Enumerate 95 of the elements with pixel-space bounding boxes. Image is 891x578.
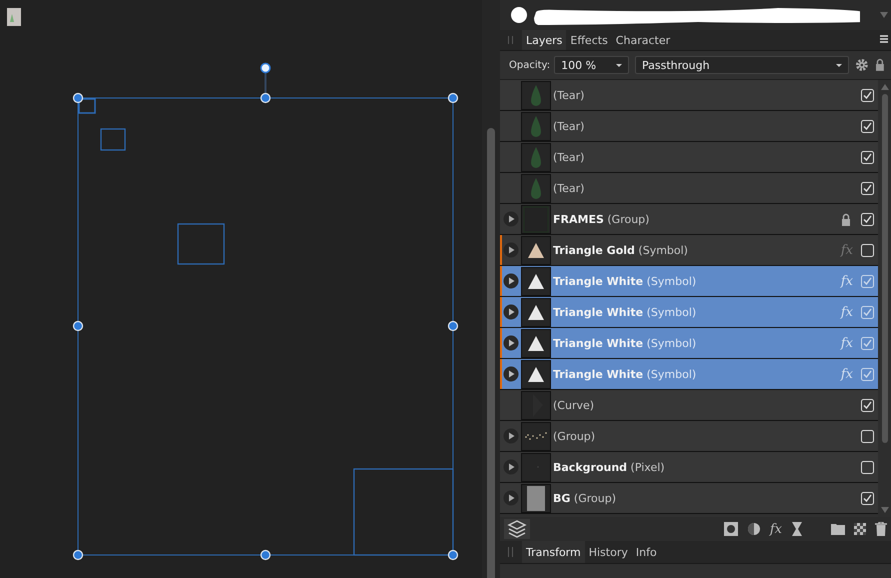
panel-tab[interactable]: History	[584, 541, 632, 563]
layer-name: FRAMES (Group)	[553, 212, 650, 226]
layer-name: (Group)	[553, 430, 596, 442]
menu-icon[interactable]	[880, 35, 890, 44]
scroll-up-icon[interactable]	[880, 84, 888, 90]
panel-tab[interactable]: Effects	[566, 30, 612, 50]
droplet-icon	[521, 112, 551, 140]
expand-icon[interactable]	[502, 490, 518, 506]
layer-name: (Tear)	[553, 88, 586, 102]
layer-name: (Curve)	[553, 398, 596, 412]
resize-handle[interactable]	[72, 320, 84, 332]
expand-icon[interactable]	[502, 242, 518, 258]
resize-handle[interactable]	[448, 320, 458, 332]
layer-name: Triangle White (Symbol)	[553, 306, 698, 318]
settings-icon[interactable]	[855, 58, 870, 72]
visibility-checkbox[interactable]	[861, 306, 874, 318]
layer-row[interactable]: Triangle Gold (Symbol) fx	[500, 235, 878, 266]
lock-icon[interactable]	[875, 58, 885, 72]
resize-handle[interactable]	[448, 550, 458, 560]
folder-icon[interactable]	[831, 523, 845, 535]
frame-outline	[177, 223, 225, 265]
visibility-checkbox[interactable]	[861, 336, 874, 350]
opacity-dropdown[interactable]: 100 %	[554, 56, 630, 74]
effects-icon[interactable]: fx	[770, 522, 782, 536]
layer-name: Triangle White (Symbol)	[553, 336, 698, 350]
layer-name: Triangle White (Symbol)	[553, 368, 698, 380]
expand-icon[interactable]	[502, 335, 518, 351]
panel-tab[interactable]: Info	[632, 541, 661, 563]
scroll-down-icon[interactable]	[880, 507, 888, 513]
layer-name: Background (Pixel)	[553, 460, 666, 474]
hourglass-icon[interactable]	[791, 522, 803, 536]
visibility-checkbox[interactable]	[861, 244, 874, 256]
dots-thumbnail	[521, 422, 551, 450]
rotation-handle[interactable]	[260, 62, 271, 95]
layer-row[interactable]: (Tear)	[500, 142, 878, 173]
visibility-checkbox[interactable]	[861, 274, 874, 288]
caret-icon[interactable]	[879, 11, 889, 19]
layer-name: Triangle Gold (Symbol)	[553, 244, 689, 256]
expand-icon[interactable]	[502, 366, 518, 382]
resize-handle[interactable]	[448, 92, 458, 104]
frame-outline	[78, 98, 96, 114]
visibility-checkbox[interactable]	[861, 182, 874, 194]
layer-thumbnail	[521, 390, 551, 420]
layer-row[interactable]: (Group)	[500, 421, 878, 452]
layer-name: BG (Group)	[553, 492, 617, 504]
visibility-checkbox[interactable]	[861, 430, 874, 442]
resize-handle[interactable]	[260, 550, 271, 560]
layer-name: (Tear)	[553, 182, 586, 194]
blend-mode-dropdown[interactable]: Passthrough	[635, 56, 850, 74]
expand-icon[interactable]	[502, 428, 518, 444]
droplet-icon	[521, 174, 551, 202]
panel-tab[interactable]: Layers	[522, 30, 566, 50]
visibility-checkbox[interactable]	[861, 120, 874, 132]
layer-row[interactable]: FRAMES (Group)	[500, 204, 878, 235]
layer-thumbnail	[521, 204, 551, 234]
layer-name: (Tear)	[553, 150, 586, 164]
layer-row[interactable]: BG (Group)	[500, 483, 878, 514]
grip-icon[interactable]	[508, 547, 513, 557]
expand-icon[interactable]	[502, 211, 518, 227]
frame-outline	[100, 128, 126, 151]
scroll-bar[interactable]	[882, 94, 888, 443]
document-thumbnail-icon[interactable]	[7, 8, 21, 26]
visibility-checkbox[interactable]	[861, 368, 874, 380]
layer-name: Triangle White (Symbol)	[553, 274, 698, 288]
panel-tab[interactable]: Transform	[522, 541, 585, 563]
checkerboard-icon[interactable]	[854, 523, 866, 535]
mask-icon[interactable]	[724, 522, 738, 536]
adjustment-icon[interactable]	[746, 522, 761, 536]
expand-icon[interactable]	[502, 459, 518, 475]
scroll-bar[interactable]	[487, 128, 495, 578]
resize-handle[interactable]	[260, 92, 271, 104]
layers-icon[interactable]	[504, 519, 530, 539]
grip-icon[interactable]	[508, 36, 513, 44]
visibility-checkbox[interactable]	[861, 398, 874, 412]
expand-icon[interactable]	[502, 273, 518, 289]
layer-thumbnail	[521, 452, 551, 482]
layer-row[interactable]: (Curve)	[500, 390, 878, 421]
droplet-icon	[521, 142, 551, 172]
layer-row[interactable]: (Tear)	[500, 173, 878, 204]
visibility-checkbox[interactable]	[861, 460, 874, 474]
layer-row[interactable]: (Tear)	[500, 80, 878, 111]
visibility-checkbox[interactable]	[861, 212, 874, 226]
panel-tab[interactable]: Character	[612, 30, 674, 50]
resize-handle[interactable]	[72, 550, 84, 560]
lock-icon[interactable]	[841, 212, 851, 226]
visibility-checkbox[interactable]	[861, 150, 874, 164]
resize-handle[interactable]	[72, 92, 84, 104]
opacity-label: Opacity:	[509, 60, 550, 70]
layer-row[interactable]: Background (Pixel)	[500, 452, 878, 483]
visibility-checkbox[interactable]	[861, 492, 874, 504]
visibility-checkbox[interactable]	[861, 88, 874, 102]
layer-row[interactable]: (Tear)	[500, 111, 878, 142]
trash-icon[interactable]	[875, 522, 887, 536]
expand-icon[interactable]	[502, 304, 518, 320]
layer-name: (Tear)	[553, 120, 586, 132]
